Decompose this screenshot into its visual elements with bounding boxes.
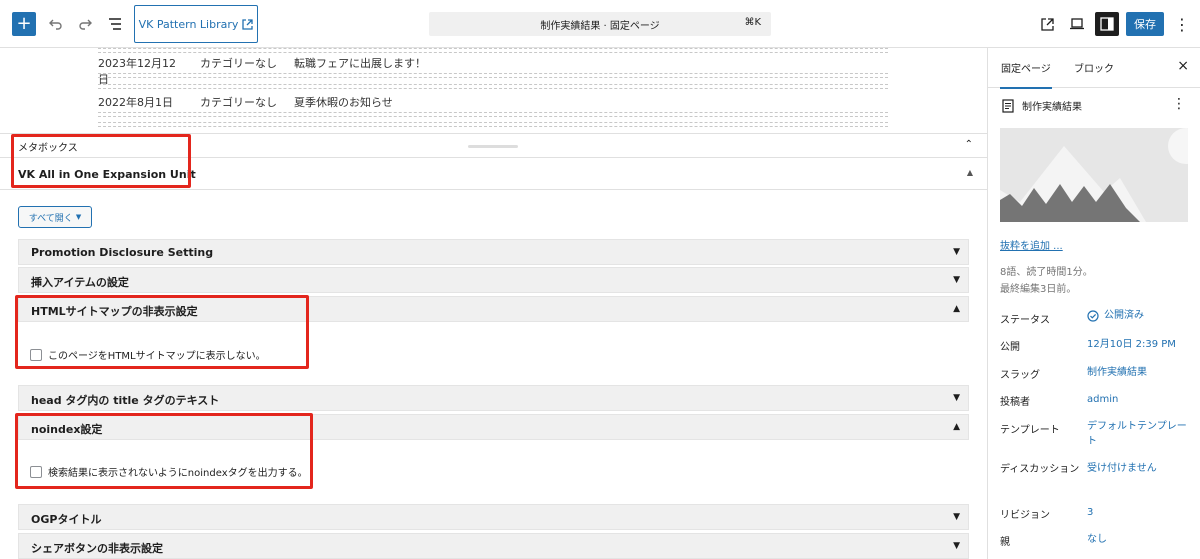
document-name: 制作実績結果 (1022, 102, 1082, 113)
accordion-title: シェアボタンの非表示設定 (31, 542, 163, 555)
author-label: 投稿者 (1000, 397, 1030, 408)
sidebar-tabs: 固定ページ ブロック × (988, 48, 1200, 89)
news-date: 2022年8月1日 (98, 96, 173, 109)
parent-label: 親 (1000, 537, 1010, 548)
editor-canvas: 2023年12月12日 カテゴリーなし 転職フェアに出展します！ 2022年8月… (0, 48, 987, 559)
word-count: 8語、読了時間1分。 (1000, 267, 1093, 278)
news-category: カテゴリーなし (200, 96, 277, 109)
status-label: ステータス (1000, 315, 1050, 326)
block-divider (98, 112, 888, 117)
document-title-bar[interactable]: 制作実績結果 · 固定ページ ⌘K (429, 12, 771, 36)
caret-down-icon: ▼ (75, 213, 82, 221)
resize-handle[interactable] (468, 145, 518, 148)
block-divider (98, 122, 888, 127)
settings-sidebar-toggle[interactable] (1095, 12, 1119, 36)
redo-icon[interactable] (74, 13, 96, 35)
slug-label: スラッグ (1000, 370, 1040, 381)
sidebar-icon (1100, 17, 1114, 31)
undo-icon[interactable] (45, 13, 67, 35)
published-check-icon (1087, 309, 1099, 322)
status-text: 公開済み (1104, 310, 1144, 321)
accordion-share-buttons[interactable]: シェアボタンの非表示設定 ▼ (18, 533, 969, 559)
save-button[interactable]: 保存 (1126, 12, 1164, 36)
accordion-title: 挿入アイテムの設定 (31, 276, 129, 289)
news-date: 2023年12月12日 (98, 57, 176, 86)
block-divider (98, 73, 888, 78)
block-divider (98, 84, 888, 89)
tab-block[interactable]: ブロック (1074, 60, 1114, 75)
document-title: 制作実績結果 · 固定ページ (540, 20, 660, 32)
document-overview-icon[interactable] (104, 13, 126, 35)
page-icon (1002, 98, 1014, 113)
add-block-button[interactable]: + (12, 12, 36, 36)
external-link-icon (242, 18, 254, 30)
news-item[interactable]: 2023年12月12日 カテゴリーなし 転職フェアに出展します！ (98, 55, 888, 86)
news-title: 転職フェアに出展します！ (294, 57, 426, 70)
template-value[interactable]: デフォルトテンプレート (1087, 419, 1187, 449)
triangle-down-icon: ▼ (953, 247, 960, 257)
command-shortcut: ⌘K (744, 17, 761, 28)
settings-sidebar: 固定ページ ブロック × 制作実績結果 ⋮ 抜粋を追加 ... 8語、読了時間1… (987, 48, 1200, 559)
parent-value[interactable]: なし (1087, 532, 1187, 547)
publish-label: 公開 (1000, 342, 1020, 353)
news-category: カテゴリーなし (200, 57, 277, 70)
options-menu-icon[interactable]: ⋮ (1172, 13, 1192, 35)
status-value[interactable]: 公開済み (1087, 308, 1187, 323)
accordion-insert-items[interactable]: 挿入アイテムの設定 ▼ (18, 267, 969, 293)
block-divider (98, 48, 888, 53)
featured-image[interactable] (1000, 128, 1188, 222)
revisions-label: リビジョン (1000, 510, 1050, 521)
accordion-head-title[interactable]: head タグ内の title タグのテキスト ▼ (18, 385, 969, 411)
add-excerpt-link[interactable]: 抜粋を追加 ... (1000, 237, 1063, 252)
triangle-up-icon: ▲ (953, 422, 960, 432)
pattern-library-label: VK Pattern Library (138, 17, 239, 31)
triangle-up-icon[interactable]: ▲ (967, 168, 973, 177)
document-actions-icon[interactable]: ⋮ (1172, 96, 1186, 112)
news-title: 夏季休暇のお知らせ (294, 96, 393, 109)
template-label: テンプレート (1000, 425, 1060, 436)
highlight-box (15, 295, 309, 369)
triangle-down-icon: ▼ (953, 393, 960, 403)
accordion-title: Promotion Disclosure Setting (31, 246, 214, 259)
device-preview-icon[interactable] (1066, 13, 1088, 35)
mountain-placeholder-icon (1000, 128, 1188, 222)
news-item[interactable]: 2022年8月1日 カテゴリーなし 夏季休暇のお知らせ (98, 94, 888, 110)
accordion-title: OGPタイトル (31, 513, 102, 526)
publish-date-value[interactable]: 12月10日 2:39 PM (1087, 337, 1187, 352)
vk-pattern-library-button[interactable]: VK Pattern Library (134, 5, 258, 43)
accordion-promotion[interactable]: Promotion Disclosure Setting ▼ (18, 239, 969, 265)
discussion-label: ディスカッション (1000, 464, 1080, 475)
editor-toolbar: + VK Pattern Library 制作実績結果 · 固定ページ ⌘K 保… (0, 0, 1200, 48)
expand-all-button[interactable]: すべて開く ▼ (18, 206, 92, 228)
highlight-box (15, 413, 313, 489)
close-icon[interactable]: × (1177, 58, 1189, 74)
accordion-title: head タグ内の title タグのテキスト (31, 394, 220, 407)
discussion-value[interactable]: 受け付けません (1087, 461, 1187, 476)
triangle-down-icon: ▼ (953, 275, 960, 285)
chevron-up-icon[interactable]: ⌃ (965, 139, 973, 150)
highlight-box (11, 134, 191, 188)
author-value[interactable]: admin (1087, 392, 1187, 407)
expand-all-label: すべて開く (28, 213, 73, 224)
revisions-value[interactable]: 3 (1087, 505, 1187, 520)
view-post-icon[interactable] (1036, 13, 1058, 35)
last-edited: 最終編集3日前。 (1000, 284, 1077, 295)
triangle-down-icon: ▼ (953, 541, 960, 551)
triangle-up-icon: ▲ (953, 304, 960, 314)
document-summary: 制作実績結果 (1002, 98, 1082, 113)
tab-page[interactable]: 固定ページ (1000, 60, 1052, 89)
triangle-down-icon: ▼ (953, 512, 960, 522)
slug-value[interactable]: 制作実績結果 (1087, 365, 1187, 380)
accordion-ogp-title[interactable]: OGPタイトル ▼ (18, 504, 969, 530)
